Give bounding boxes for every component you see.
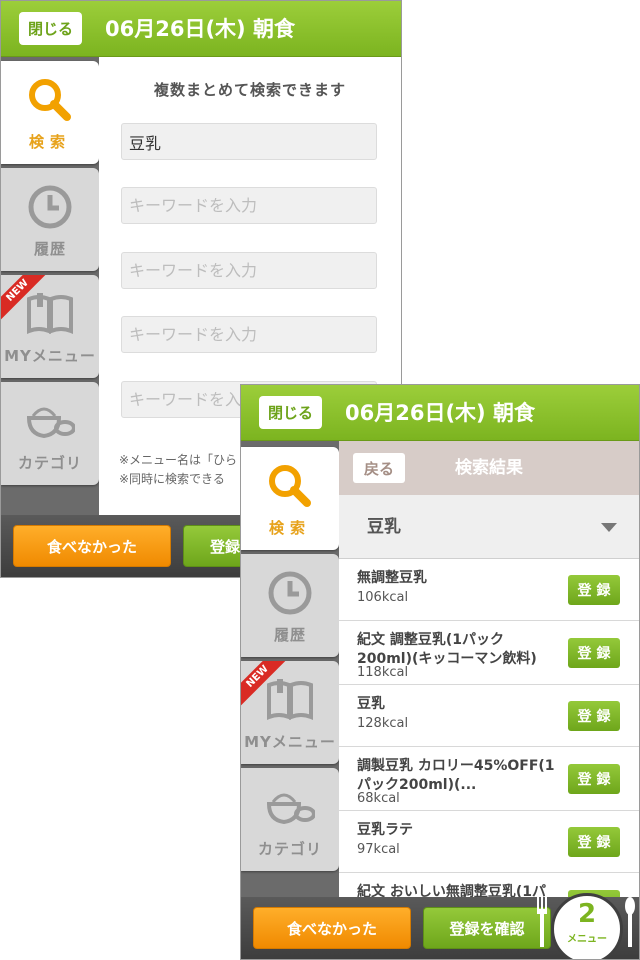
result-list: 無調整豆乳 106kcal 登録 紀文 調整豆乳(1パック200ml)(キッコー… [339,559,639,897]
result-row[interactable]: 調製豆乳 カロリー45%OFF(1パック200ml)(... 68kcal 登録 [339,747,639,811]
query-text: 豆乳 [367,517,401,537]
register-button[interactable]: 登録 [568,701,620,731]
result-row[interactable]: 紀文 調整豆乳(1パック200ml)(キッコーマン飲料) 118kcal 登録 [339,621,639,685]
result-kcal: 106kcal [357,590,409,605]
tab-label: MYメニュー [4,347,96,365]
sidebar: 検索 履歴 MYメニュー NEW カテゴリ [1,57,99,515]
tab-search[interactable]: 検索 [241,447,339,550]
tab-history[interactable]: 履歴 [1,168,99,271]
result-name: 豆乳ラテ [357,822,413,838]
tab-label: カテゴリ [17,454,82,472]
result-row[interactable]: 無調整豆乳 106kcal 登録 [339,559,639,621]
register-button[interactable]: 登録 [568,827,620,857]
close-button[interactable]: 閉じる [259,396,322,429]
tab-label: MYメニュー [244,733,336,751]
tab-label: 検索 [28,133,71,151]
search-heading: 複数まとめて検索できます [153,81,346,99]
menu-count-badge[interactable]: 2 メニュー [551,893,623,959]
tab-search[interactable]: 検索 [1,61,99,164]
menu-label: メニュー [567,934,607,945]
keyword-input[interactable] [121,123,377,160]
back-button[interactable]: 戻る [353,453,405,483]
note-line: ※メニュー名は「ひら [119,453,238,467]
keyword-input[interactable] [121,316,377,353]
result-row[interactable]: 豆乳ラテ 97kcal 登録 [339,811,639,873]
confirm-register-button[interactable]: 登録を確認 [423,907,551,949]
tab-label: カテゴリ [257,840,322,858]
results-screen: 閉じる 06月26日(木) 朝食 検索 履歴 MYメニュー NEW カテゴリ 検… [240,384,640,960]
search-notes: ※メニュー名は「ひら ※同時に検索できる [119,451,237,489]
register-button[interactable]: 登録 [568,764,620,794]
tab-label: 履歴 [33,240,66,258]
header-bar: 閉じる 06月26日(木) 朝食 [1,1,401,57]
tab-label: 履歴 [273,626,306,644]
result-name: 紀文 おいしい無調整豆乳(1パック200ml)(キッコーマン飲料) [357,884,547,897]
results-bar: 検索結果 戻る [339,441,639,495]
result-kcal: 97kcal [357,842,400,857]
fork-icon [537,897,547,947]
result-kcal: 128kcal [357,716,409,731]
tab-history[interactable]: 履歴 [241,554,339,657]
results-panel: 検索結果 戻る 豆乳 無調整豆乳 106kcal 登録 紀文 調整豆乳(1パック… [339,441,639,897]
rice-bowl-icon [266,793,315,825]
header-bar: 閉じる 06月26日(木) 朝食 [241,385,639,441]
tab-my-menu[interactable]: MYメニュー NEW [1,275,99,378]
register-button[interactable]: 登録 [568,575,620,605]
search-icon [269,465,311,507]
page-title: 06月26日(木) 朝食 [345,401,535,425]
result-row[interactable]: 豆乳 128kcal 登録 [339,685,639,747]
register-button[interactable]: 登録 [568,638,620,668]
keyword-input[interactable] [121,252,377,289]
result-name: 調製豆乳 カロリー45%OFF(1パック200ml)(... [357,758,555,793]
not-eaten-button[interactable]: 食べなかった [253,907,411,949]
clock-icon [28,185,72,229]
result-kcal: 118kcal [357,665,409,680]
result-name: 豆乳 [357,696,385,712]
keyword-input[interactable] [121,187,377,224]
page-title: 06月26日(木) 朝食 [105,17,295,41]
clock-icon [268,571,312,615]
tab-label: 検索 [268,519,311,537]
result-name: 無調整豆乳 [357,570,427,586]
sidebar: 検索 履歴 MYメニュー NEW カテゴリ [241,441,339,897]
tab-my-menu[interactable]: MYメニュー NEW [241,661,339,764]
result-kcal: 68kcal [357,791,400,806]
tab-category[interactable]: カテゴリ [241,768,339,871]
book-icon [267,679,313,720]
tab-category[interactable]: カテゴリ [1,382,99,485]
caret-down-icon [601,523,617,532]
knife-icon [625,897,635,947]
result-name: 紀文 調整豆乳(1パック200ml)(キッコーマン飲料) [357,632,537,667]
book-icon [27,293,73,334]
query-selector[interactable]: 豆乳 [339,495,639,559]
search-icon [29,79,71,121]
not-eaten-button[interactable]: 食べなかった [13,525,171,567]
menu-count: 2 [577,899,597,929]
close-button[interactable]: 閉じる [19,12,82,45]
note-line: ※同時に検索できる [119,472,225,486]
rice-bowl-icon [26,407,75,439]
